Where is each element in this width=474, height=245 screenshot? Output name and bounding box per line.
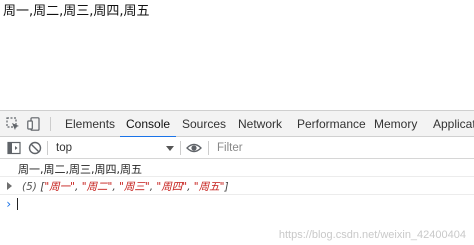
toolbar-divider — [47, 141, 48, 155]
array-separator: , — [75, 181, 82, 193]
array-separator: , — [187, 181, 194, 193]
context-selector[interactable]: top — [51, 141, 176, 156]
array-item: "周二" — [81, 181, 113, 193]
clear-console-icon[interactable] — [28, 141, 42, 155]
tab-sources[interactable]: Sources — [182, 111, 226, 137]
eye-icon[interactable] — [186, 141, 202, 155]
inspect-element-icon[interactable] — [6, 117, 20, 131]
console-toolbar: top — [0, 137, 474, 159]
array-item: "周一" — [44, 181, 75, 193]
toolbar-divider — [208, 141, 209, 155]
filter-input[interactable] — [213, 140, 474, 156]
tab-network[interactable]: Network — [238, 111, 282, 137]
tabbar-divider — [50, 117, 51, 131]
devtools-tabbar: Elements Console Sources Network Perform… — [0, 111, 474, 138]
prompt-chevron-icon: › — [5, 197, 13, 211]
tab-elements[interactable]: Elements — [65, 111, 115, 137]
array-length: (5) — [22, 181, 37, 193]
watermark: https://blog.csdn.net/weixin_42400404 — [278, 229, 466, 241]
array-item: "周三" — [119, 181, 150, 193]
console-log-row: 周一,周二,周三,周四,周五 — [0, 159, 474, 177]
console-output: 周一,周二,周三,周四,周五 (5) ["周一", "周二", "周三", "周… — [0, 159, 474, 245]
array-close-bracket: ] — [224, 181, 229, 193]
page-output-text: 周一,周二,周三,周四,周五 — [3, 4, 150, 19]
tab-application[interactable]: Applicatio — [433, 111, 474, 137]
tab-performance[interactable]: Performance — [297, 111, 366, 137]
array-item: "周四" — [156, 181, 188, 193]
array-item: "周五" — [193, 181, 225, 193]
console-prompt-row[interactable]: › — [0, 195, 474, 213]
devtools-panel: Elements Console Sources Network Perform… — [0, 110, 474, 245]
tab-console[interactable]: Console — [119, 111, 177, 138]
console-array-preview[interactable]: (5) ["周一", "周二", "周三", "周四", "周五"] — [22, 179, 229, 194]
device-toolbar-icon[interactable] — [27, 117, 41, 131]
console-array-row[interactable]: (5) ["周一", "周二", "周三", "周四", "周五"] — [0, 177, 474, 195]
console-log-text: 周一,周二,周三,周四,周五 — [18, 163, 142, 176]
expand-triangle-icon[interactable] — [7, 182, 12, 190]
text-cursor — [17, 198, 18, 210]
tab-memory[interactable]: Memory — [374, 111, 417, 137]
sidebar-toggle-icon[interactable] — [7, 141, 21, 155]
context-selector-value: top — [56, 142, 72, 154]
toolbar-divider — [180, 141, 181, 155]
chevron-down-icon — [166, 146, 174, 151]
